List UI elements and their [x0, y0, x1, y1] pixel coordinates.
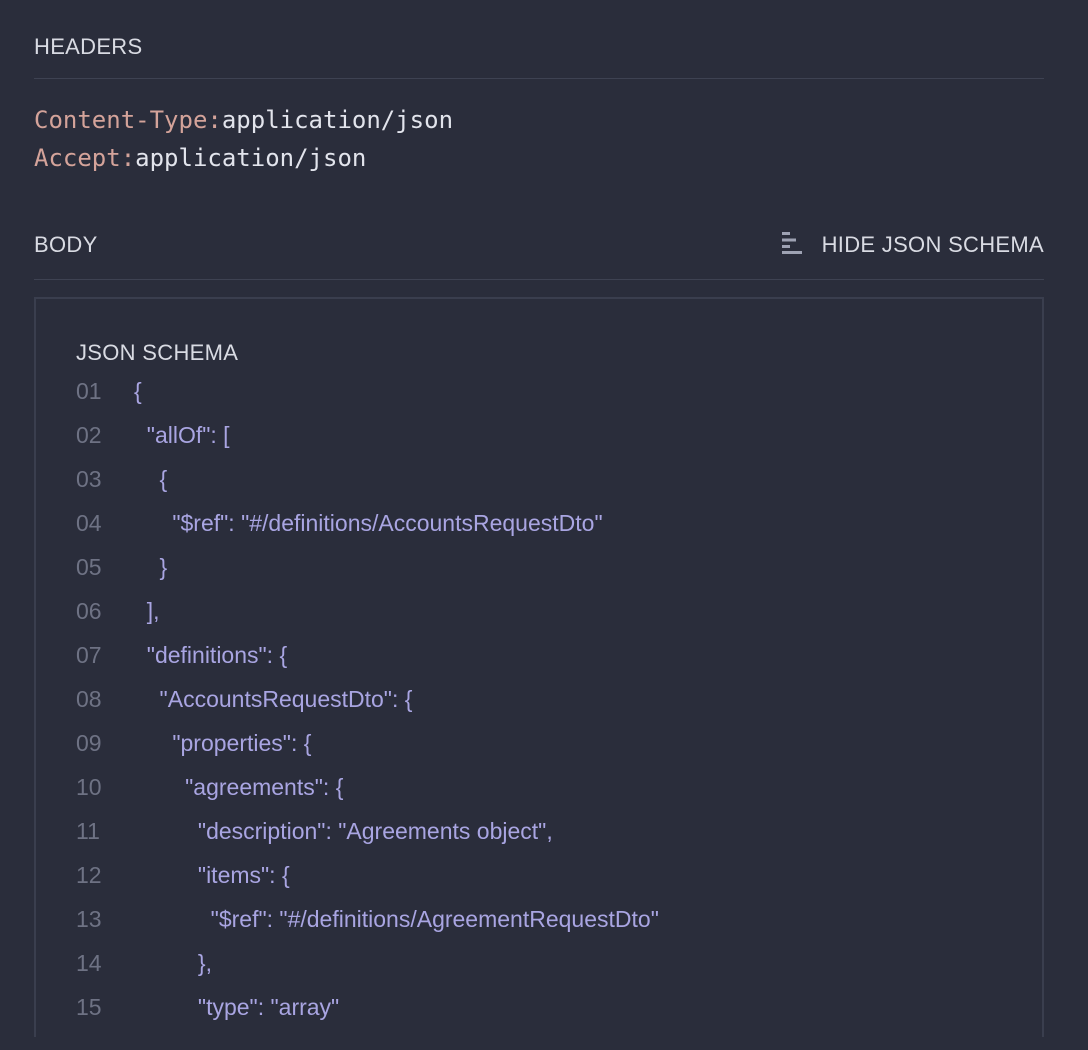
header-row-accept: Accept:application/json: [34, 139, 1044, 177]
code-line: 13 "$ref": "#/definitions/AgreementReque…: [76, 897, 1042, 941]
code-text: "$ref": "#/definitions/AccountsRequestDt…: [134, 510, 603, 536]
list-icon: [781, 231, 802, 259]
code-text: {: [134, 378, 142, 404]
code-line: 08 "AccountsRequestDto": {: [76, 677, 1042, 721]
line-number: 01: [76, 378, 102, 404]
body-section-header: BODY HIDE JSON SCHEMA: [34, 177, 1044, 280]
line-number: 11: [76, 818, 100, 844]
code-text: "agreements": {: [134, 774, 344, 800]
code-text: "$ref": "#/definitions/AgreementRequestD…: [134, 906, 659, 932]
json-schema-panel: JSON SCHEMA 01 { 02 "allOf": [ 03 { 04 "$…: [34, 297, 1044, 1037]
header-key: Accept:: [34, 144, 136, 172]
request-panel: HEADERS Content-Type:application/json Ac…: [0, 0, 1088, 1050]
code-line: 05 }: [76, 545, 1042, 589]
line-number: 09: [76, 730, 102, 756]
line-number: 02: [76, 422, 102, 448]
line-number: 07: [76, 642, 102, 668]
code-line: 11 "description": "Agreements object",: [76, 809, 1042, 853]
line-number: 04: [76, 510, 102, 536]
code-text: "type": "array": [134, 994, 340, 1020]
code-text: }: [134, 554, 168, 580]
line-number: 12: [76, 862, 102, 888]
header-key: Content-Type:: [34, 106, 222, 134]
line-number: 15: [76, 994, 102, 1020]
code-text: "AccountsRequestDto": {: [134, 686, 413, 712]
code-text: },: [134, 950, 212, 976]
hide-json-schema-label: HIDE JSON SCHEMA: [821, 232, 1044, 257]
line-number: 03: [76, 466, 102, 492]
code-line: 02 "allOf": [: [76, 413, 1042, 457]
code-line: 03 {: [76, 457, 1042, 501]
code-text: "description": "Agreements object",: [134, 818, 553, 844]
code-block: 01 { 02 "allOf": [ 03 { 04 "$ref": "#/def…: [76, 369, 1042, 1029]
line-number: 10: [76, 774, 102, 800]
json-schema-title: JSON SCHEMA: [76, 340, 239, 365]
code-text: "definitions": {: [134, 642, 288, 668]
headers-title: HEADERS: [34, 34, 143, 59]
code-line: 06 ],: [76, 589, 1042, 633]
code-text: "properties": {: [134, 730, 312, 756]
code-text: "allOf": [: [134, 422, 230, 448]
code-line: 01 {: [76, 369, 1042, 413]
line-number: 14: [76, 950, 102, 976]
code-text: {: [134, 466, 168, 492]
header-row-content-type: Content-Type:application/json: [34, 101, 1044, 139]
headers-list: Content-Type:application/json Accept:app…: [34, 79, 1044, 177]
code-line: 04 "$ref": "#/definitions/AccountsReques…: [76, 501, 1042, 545]
headers-section-header: HEADERS: [34, 0, 1044, 79]
header-value: application/json: [221, 106, 454, 134]
hide-json-schema-button[interactable]: HIDE JSON SCHEMA: [781, 231, 1044, 259]
line-number: 05: [76, 554, 102, 580]
code-line: 14 },: [76, 941, 1042, 985]
code-line: 09 "properties": {: [76, 721, 1042, 765]
line-number: 13: [76, 906, 102, 932]
line-number: 08: [76, 686, 102, 712]
code-line: 15 "type": "array": [76, 985, 1042, 1029]
line-number: 06: [76, 598, 102, 624]
code-line: 10 "agreements": {: [76, 765, 1042, 809]
header-value: application/json: [135, 144, 367, 172]
code-text: "items": {: [134, 862, 290, 888]
code-text: ],: [134, 598, 160, 624]
code-line: 12 "items": {: [76, 853, 1042, 897]
code-line: 07 "definitions": {: [76, 633, 1042, 677]
body-title: BODY: [34, 232, 98, 257]
